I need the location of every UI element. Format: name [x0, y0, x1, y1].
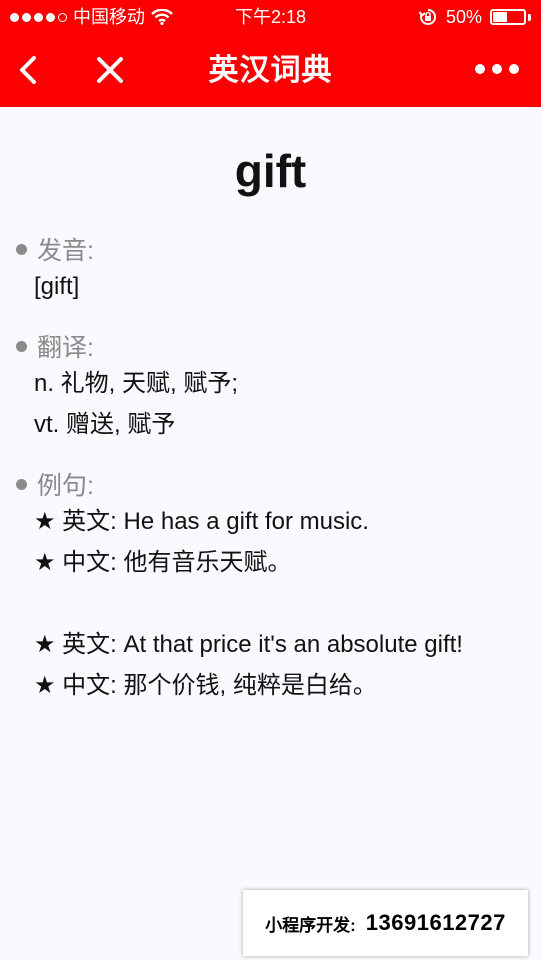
example-item: ★ 英文: At that price it's an absolute gif…	[34, 624, 504, 706]
examples-section: 例句: ★ 英文: He has a gift for music. ★ 中文:…	[16, 467, 504, 747]
translation-line: n. 礼物, 天赋, 赋予;	[34, 370, 239, 397]
status-right: 50%	[418, 0, 531, 34]
battery-percent: 50%	[445, 7, 482, 27]
translation-line: vt. 赠送, 赋予	[34, 411, 176, 438]
page-title: 英汉词典	[208, 54, 333, 87]
battery-fill	[493, 12, 507, 22]
battery-icon	[490, 9, 526, 25]
pronunciation-section: 发音: [gift]	[16, 232, 94, 307]
translation-body: n. 礼物, 天赋, 赋予; vt. 赠送, 赋予	[16, 363, 238, 445]
battery-tip	[528, 13, 531, 21]
more-dot	[492, 64, 502, 74]
pronunciation-text: [gift]	[34, 273, 80, 300]
examples-body: ★ 英文: He has a gift for music. ★ 中文: 他有音…	[16, 501, 504, 706]
app-header: 中国移动 下午2:18 50% 英汉词典	[0, 0, 541, 107]
orientation-lock-icon	[418, 8, 436, 25]
more-dot	[509, 64, 519, 74]
example-en: ★ 英文: At that price it's an absolute gif…	[34, 631, 463, 658]
nav-bar: 英汉词典	[0, 34, 541, 107]
example-zh: ★ 中文: 那个价钱, 纯粹是白给。	[34, 672, 377, 699]
translation-label: 翻译:	[37, 334, 94, 362]
developer-phone: 13691612727	[365, 910, 506, 935]
more-dot	[475, 64, 485, 74]
example-zh: ★ 中文: 他有音乐天赋。	[34, 549, 292, 576]
examples-label: 例句:	[37, 472, 94, 500]
bullet-icon	[16, 478, 27, 490]
example-item: ★ 英文: He has a gift for music. ★ 中文: 他有音…	[34, 501, 504, 583]
bullet-icon	[16, 340, 27, 352]
examples-label-row: 例句:	[16, 467, 504, 501]
developer-label: 小程序开发:	[265, 915, 356, 935]
translation-section: 翻译: n. 礼物, 天赋, 赋予; vt. 赠送, 赋予	[16, 329, 238, 445]
bullet-icon	[16, 243, 27, 255]
developer-contact-banner[interactable]: 小程序开发: 13691612727	[243, 890, 528, 956]
pronunciation-label: 发音:	[37, 237, 94, 265]
headword: gift	[234, 145, 307, 197]
more-dots-icon[interactable]	[475, 64, 519, 74]
status-bar: 中国移动 下午2:18 50%	[0, 0, 541, 34]
pronunciation-body: [gift]	[16, 266, 94, 307]
translation-label-row: 翻译:	[16, 329, 238, 363]
pronunciation-label-row: 发音:	[16, 232, 94, 266]
example-en: ★ 英文: He has a gift for music.	[34, 508, 369, 535]
